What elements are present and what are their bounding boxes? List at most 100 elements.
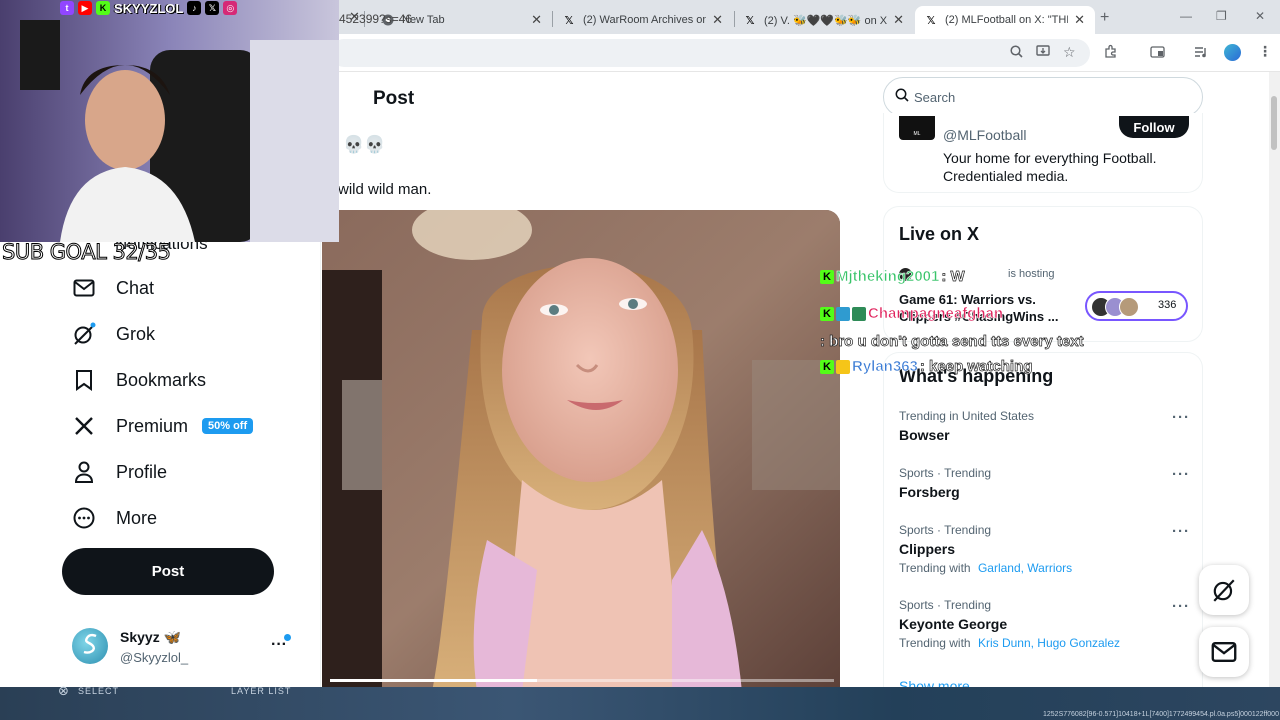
- tiktok-icon: ♪: [187, 1, 202, 15]
- follow-button[interactable]: Follow: [1119, 116, 1189, 138]
- tab-close-icon[interactable]: ✕: [531, 12, 542, 28]
- page-scrollbar-thumb[interactable]: [1271, 96, 1277, 150]
- trend-more-icon[interactable]: ···: [1172, 466, 1190, 483]
- stream-brand-name: SKYYZLOL: [114, 0, 184, 16]
- trend-name[interactable]: Clippers: [899, 541, 955, 557]
- grok-icon: [72, 322, 96, 346]
- sidebar-item-label: Profile: [116, 461, 168, 482]
- post-button[interactable]: Post: [62, 548, 274, 595]
- zoom-icon[interactable]: [1010, 45, 1023, 61]
- screen: ✕ New Tab ✕ 𝕏 (2) WarRoom Archives on X …: [0, 0, 1280, 720]
- trend-related-links[interactable]: Garland, Warriors: [978, 561, 1072, 575]
- trend-context: Sports · Trending: [899, 523, 992, 537]
- trend-related-links[interactable]: Kris Dunn, Hugo Gonzalez: [978, 636, 1120, 650]
- webcam-frame: [0, 0, 339, 242]
- trend-related-label: Trending with: [899, 561, 971, 575]
- live-section-title: Live on X: [899, 224, 980, 244]
- avatar[interactable]: [72, 628, 108, 664]
- tweet-video-player[interactable]: [322, 210, 840, 692]
- envelope-icon: [1211, 641, 1237, 663]
- trend-related: Trending with Kris Dunn, Hugo Gonzalez: [899, 636, 1120, 650]
- person-icon: [72, 460, 96, 484]
- account-handle: @Skyyzlol_: [120, 650, 189, 665]
- address-bar[interactable]: [330, 39, 1090, 67]
- tab-v-on-x[interactable]: 𝕏 (2) V. 🐝🖤🖤🐝🐝 on X: "A ✕: [734, 6, 914, 34]
- stream-brand-bar: t ▶ K SKYYZLOL ♪ 𝕏 ◎: [60, 0, 238, 16]
- tab-warroom[interactable]: 𝕏 (2) WarRoom Archives on X ✕: [553, 6, 733, 34]
- kick-icon: K: [820, 307, 834, 321]
- streamer-webcam: t ▶ K SKYYZLOL ♪ 𝕏 ◎: [0, 0, 339, 242]
- x-icon: 𝕏: [564, 14, 574, 27]
- x-logo-icon: [72, 414, 96, 438]
- bookmark-star-icon[interactable]: ☆: [1063, 44, 1076, 61]
- youtube-icon: ▶: [78, 1, 92, 15]
- tab-close-icon[interactable]: ✕: [712, 12, 723, 28]
- bookmark-icon: [72, 368, 96, 392]
- trend-more-icon[interactable]: ···: [1172, 598, 1190, 615]
- page-scrollbar[interactable]: [1269, 72, 1280, 692]
- account-display-name[interactable]: Skyyz 🦋: [120, 629, 181, 646]
- sub-goal-counter: SUB GOAL 32/35: [1, 240, 171, 265]
- install-app-icon[interactable]: [1036, 45, 1050, 61]
- kick-icon: K: [96, 1, 110, 15]
- chat-badge-icon: [836, 307, 850, 321]
- mlfootball-avatar[interactable]: ML: [899, 116, 935, 140]
- layer-list-label: LAYER LIST: [231, 686, 292, 696]
- messages-floating-button[interactable]: [1199, 627, 1249, 677]
- media-controls-icon[interactable]: [1194, 45, 1208, 61]
- sidebar-item-profile[interactable]: Profile: [72, 457, 167, 487]
- trend-more-icon[interactable]: ···: [1172, 409, 1190, 426]
- maximize-icon[interactable]: ❐: [1216, 9, 1227, 23]
- sidebar-item-grok[interactable]: Grok: [72, 319, 155, 349]
- account-card-handle[interactable]: @MLFootball: [943, 127, 1026, 143]
- trend-name[interactable]: Forsberg: [899, 484, 960, 500]
- browser-profile-avatar[interactable]: [1224, 44, 1241, 61]
- trend-name[interactable]: Bowser: [899, 427, 950, 443]
- sidebar-item-label: Chat: [116, 277, 155, 298]
- sidebar-item-premium[interactable]: Premium 50% off: [72, 411, 254, 441]
- grok-floating-button[interactable]: [1199, 565, 1249, 615]
- sidebar-item-more[interactable]: More: [72, 503, 157, 533]
- premium-discount-badge: 50% off: [202, 418, 254, 434]
- twitch-icon: t: [60, 1, 74, 15]
- extensions-icon[interactable]: [1104, 44, 1118, 61]
- live-host-suffix: is hosting: [1008, 268, 1055, 280]
- chat-badge-icon: [852, 307, 866, 321]
- chat-text: : keep watching: [919, 358, 1033, 376]
- video-progress-fill: [330, 679, 537, 682]
- trend-context: Trending in United States: [899, 409, 1034, 423]
- envelope-icon: [72, 276, 96, 300]
- notification-dot: [284, 634, 291, 641]
- search-icon: [895, 88, 909, 107]
- chat-username: Mjtheking2001: [836, 268, 940, 286]
- trend-more-icon[interactable]: ···: [1172, 523, 1190, 540]
- grok-icon: [1213, 579, 1235, 602]
- x-icon: 𝕏: [745, 14, 755, 27]
- close-circle-icon: ⊗: [58, 683, 69, 698]
- sidebar-item-bookmarks[interactable]: Bookmarks: [72, 365, 206, 395]
- tab-title: (2) MLFootball on X: "THIS: [945, 14, 1069, 26]
- tab-close-icon[interactable]: ✕: [893, 12, 904, 28]
- minimize-icon[interactable]: —: [1180, 9, 1192, 23]
- chat-username: Champagneafghan: [868, 305, 1004, 323]
- close-window-icon[interactable]: ✕: [1255, 9, 1265, 23]
- url-text[interactable]: 452399?s=46: [339, 12, 412, 26]
- trend-context: Sports · Trending: [899, 466, 992, 480]
- chat-message: K Mjtheking2001 : W: [820, 268, 965, 285]
- chat-text: : bro u don't gotta send tts every text: [820, 333, 1084, 351]
- new-tab-icon[interactable]: +: [1100, 9, 1109, 27]
- sidebar-item-label: Grok: [116, 323, 156, 344]
- sidebar-item-chat[interactable]: Chat: [72, 273, 154, 303]
- split-view-icon[interactable]: [1150, 45, 1165, 61]
- tweet-text: wild wild man.: [338, 181, 432, 198]
- select-label: SELECT: [78, 686, 120, 696]
- tab-close-icon[interactable]: ✕: [1074, 12, 1085, 28]
- browser-menu-icon[interactable]: ⋮: [1258, 43, 1272, 60]
- video-frame: [322, 210, 840, 692]
- tab-mlfootball[interactable]: 𝕏 (2) MLFootball on X: "THIS ✕: [915, 6, 1095, 34]
- chat-username: Rylan363: [852, 358, 918, 376]
- sidebar-item-label: Premium: [116, 415, 189, 436]
- tab-title: (2) WarRoom Archives on X: [583, 14, 707, 26]
- kick-icon: K: [820, 269, 834, 284]
- trend-name[interactable]: Keyonte George: [899, 616, 1007, 632]
